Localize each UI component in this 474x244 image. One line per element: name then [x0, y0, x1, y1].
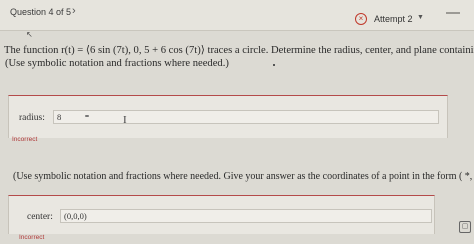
stray-mark — [273, 64, 275, 66]
center-answer-panel: center: (0,0,0) — [8, 195, 435, 234]
scroll-edge — [446, 12, 460, 14]
text-cursor-icon: I — [123, 114, 127, 126]
top-bar: Question 4 of 5 › × Attempt 2 ▼ — [0, 0, 474, 31]
x-circle-icon: × — [355, 13, 367, 25]
instruction-text: (Use symbolic notation and fractions whe… — [5, 58, 229, 69]
center-input[interactable]: (0,0,0) — [60, 209, 432, 223]
radius-answer-panel: radius: 8 I — [8, 95, 448, 138]
question-text: The function r(t) = ⟨6 sin (7t), 0, 5 + … — [4, 45, 474, 56]
radius-label: radius: — [19, 113, 45, 123]
question-counter: Question 4 of 5 — [10, 7, 72, 17]
center-value: (0,0,0) — [64, 211, 87, 221]
side-tool-icon[interactable]: ▢ — [459, 221, 471, 233]
radius-feedback: Incorrect — [12, 136, 38, 143]
pointer-mark — [85, 115, 89, 117]
radius-value: 8 — [57, 112, 62, 122]
chevron-right-icon[interactable]: › — [72, 5, 76, 17]
radius-input[interactable]: 8 — [53, 110, 439, 124]
chevron-down-icon[interactable]: ▼ — [417, 14, 424, 21]
center-label: center: — [27, 212, 53, 222]
center-instruction-text: (Use symbolic notation and fractions whe… — [13, 171, 473, 182]
cursor-icon: ↖ — [26, 30, 33, 39]
attempt-label: Attempt 2 — [374, 14, 413, 24]
center-feedback: Incorrect — [19, 234, 45, 241]
attempt-indicator[interactable]: × Attempt 2 — [355, 13, 413, 25]
